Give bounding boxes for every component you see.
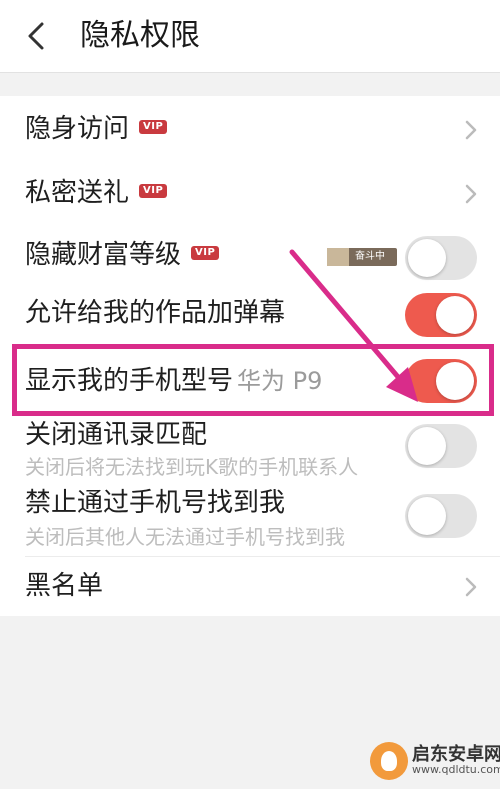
vip-badge: VIP <box>191 245 220 260</box>
row-hide-wealth-level: 隐藏财富等级 VIP 奋斗中 <box>0 228 500 288</box>
row-label: 隐藏财富等级 <box>25 240 182 270</box>
vip-badge: VIP <box>139 183 168 198</box>
row-hidden-visit[interactable]: 隐身访问 VIP <box>0 96 500 164</box>
chevron-right-icon <box>465 577 477 597</box>
row-block-phone-search: 禁止通过手机号找到我 关闭后其他人无法通过手机号找到我 <box>0 484 500 556</box>
row-label: 允许给我的作品加弹幕 <box>25 298 286 328</box>
row-label: 关闭通讯录匹配 <box>25 420 208 450</box>
vip-badge: VIP <box>139 119 168 134</box>
row-sublabel: 关闭后将无法找到玩K歌的手机联系人 <box>25 455 359 479</box>
hide-wealth-toggle[interactable] <box>405 236 477 280</box>
row-label: 黑名单 <box>25 571 104 601</box>
chevron-right-icon <box>465 184 477 204</box>
row-label: 显示我的手机型号 <box>25 366 234 396</box>
danmaku-toggle[interactable] <box>405 293 477 337</box>
row-label: 禁止通过手机号找到我 <box>25 488 286 518</box>
row-sublabel: 关闭后其他人无法通过手机号找到我 <box>25 525 345 549</box>
block-phone-search-toggle[interactable] <box>405 494 477 538</box>
phone-model-value: 华为 P9 <box>237 367 323 395</box>
row-contacts-match: 关闭通讯录匹配 关闭后将无法找到玩K歌的手机联系人 <box>0 418 500 484</box>
page-title: 隐私权限 <box>80 18 200 53</box>
contacts-match-toggle[interactable] <box>405 424 477 468</box>
watermark-logo-icon <box>370 742 408 780</box>
row-show-phone-model: 显示我的手机型号 华为 P9 <box>0 344 500 418</box>
settings-list: 隐身访问 VIP 私密送礼 VIP 隐藏财富等级 VIP 奋斗中 允许给我的作品加弹幕 <box>0 96 500 616</box>
back-arrow-icon <box>28 22 44 50</box>
chevron-right-icon <box>465 120 477 140</box>
row-label: 隐身访问 <box>25 114 130 144</box>
row-blacklist[interactable]: 黑名单 <box>0 557 500 616</box>
show-phone-model-toggle[interactable] <box>405 359 477 403</box>
row-label: 私密送礼 <box>25 178 130 208</box>
row-private-gift[interactable]: 私密送礼 VIP <box>0 164 500 228</box>
row-allow-danmaku: 允许给我的作品加弹幕 <box>0 288 500 344</box>
back-button[interactable] <box>14 14 58 58</box>
watermark-url: www.qdldtu.com <box>412 763 500 776</box>
watermark: 启东安卓网 www.qdldtu.com <box>370 740 500 784</box>
header-bar: 隐私权限 <box>0 0 500 73</box>
wealth-level-badge: 奋斗中 <box>327 248 397 266</box>
